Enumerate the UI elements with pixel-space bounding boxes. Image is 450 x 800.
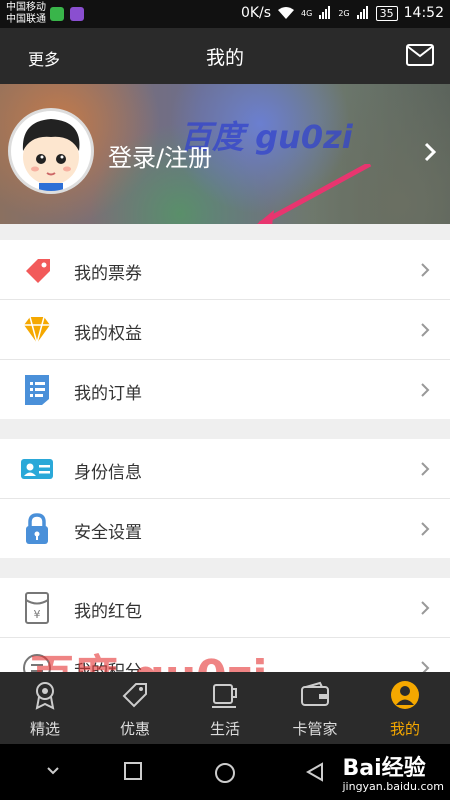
bottom-tab-bar: 精选 优惠 生活 卡管家 我的 <box>0 672 450 744</box>
signal-icon-1 <box>319 6 331 19</box>
wallet-icon <box>301 681 329 706</box>
recent-apps-icon[interactable] <box>124 762 142 780</box>
net-speed: 0K/s <box>240 5 272 21</box>
top-bar: 更多 我的 <box>0 28 450 84</box>
chevron-right-icon <box>421 263 430 277</box>
profile-banner[interactable]: 百度 gu0zi 登录/注册 <box>0 84 450 230</box>
tab-label: 我的 <box>389 720 420 738</box>
mail-icon[interactable] <box>406 44 434 66</box>
tab-label: 精选 <box>29 720 60 738</box>
profile-icon <box>391 681 419 709</box>
gallery-notify-icon <box>70 7 84 21</box>
chevron-right-icon <box>421 522 430 536</box>
baidu-logo-text: Bai经验 <box>342 756 426 781</box>
menu-item-label: 身份信息 <box>74 463 142 483</box>
tab-discounts[interactable]: 优惠 <box>90 672 180 744</box>
baidu-url: jingyan.baidu.com <box>342 780 444 793</box>
net-type-2: 2G <box>338 8 350 18</box>
medal-icon <box>35 682 55 710</box>
menu-content: 我的票券 我的权益 我的订单 身份信息 安全设置 ¥ 我的红包 我的积分 <box>0 224 450 672</box>
id-card-icon <box>21 459 53 479</box>
chevron-right-icon <box>421 601 430 615</box>
avatar[interactable] <box>8 108 94 194</box>
order-list-icon <box>25 375 49 405</box>
chevron-right-icon <box>424 142 436 162</box>
system-nav-bar: Bai经验 jingyan.baidu.com <box>0 744 450 800</box>
menu-item-orders[interactable]: 我的订单 <box>0 360 450 419</box>
tab-card-manager[interactable]: 卡管家 <box>270 672 360 744</box>
chevron-down-icon[interactable] <box>46 766 60 776</box>
tab-label: 卡管家 <box>292 720 338 738</box>
clock: 14:52 <box>403 5 444 21</box>
menu-item-label: 我的红包 <box>74 602 142 622</box>
signal-icon-2 <box>356 6 368 19</box>
menu-item-benefits[interactable]: 我的权益 <box>0 300 450 360</box>
chevron-right-icon <box>421 462 430 476</box>
menu-item-security[interactable]: 安全设置 <box>0 499 450 558</box>
menu-item-label: 我的订单 <box>74 384 142 404</box>
net-type-1: 4G <box>301 8 313 18</box>
battery-indicator: 35 <box>375 5 398 21</box>
menu-item-label: 我的权益 <box>74 324 142 344</box>
tab-mine[interactable]: 我的 <box>360 672 450 744</box>
page-title: 我的 <box>205 47 244 69</box>
login-register-link[interactable]: 登录/注册 <box>108 138 212 173</box>
menu-item-label: 安全设置 <box>74 523 142 543</box>
app-notify-icon <box>50 7 64 21</box>
home-icon[interactable] <box>214 762 236 784</box>
lock-icon <box>26 513 48 544</box>
wifi-icon <box>278 7 295 19</box>
status-bar: 中国移动 中国联通 0K/s 4G 2G 35 14:52 <box>0 0 450 28</box>
carrier-1: 中国移动 <box>6 2 46 13</box>
carrier-2: 中国联通 <box>6 14 46 25</box>
tab-label: 生活 <box>209 720 240 738</box>
svg-text:¥: ¥ <box>34 608 41 621</box>
menu-item-label: 我的票券 <box>74 264 142 284</box>
menu-group-2: 身份信息 安全设置 <box>0 439 450 558</box>
cup-icon <box>212 684 237 708</box>
chevron-right-icon <box>421 661 430 672</box>
tab-label: 优惠 <box>119 720 150 738</box>
red-envelope-icon: ¥ <box>25 592 49 624</box>
tab-life[interactable]: 生活 <box>180 672 270 744</box>
chevron-right-icon <box>421 323 430 337</box>
carrier-labels: 中国移动 中国联通 <box>6 2 46 26</box>
avatar-face-icon <box>22 119 80 191</box>
menu-item-identity[interactable]: 身份信息 <box>0 439 450 499</box>
diamond-icon <box>24 316 50 346</box>
tag-icon <box>122 683 147 708</box>
menu-item-tickets[interactable]: 我的票券 <box>0 240 450 300</box>
baidu-jingyan-logo: Bai经验 jingyan.baidu.com <box>342 750 444 793</box>
menu-item-red-envelope[interactable]: ¥ 我的红包 <box>0 578 450 638</box>
ticket-icon <box>26 259 50 283</box>
tab-featured[interactable]: 精选 <box>0 672 90 744</box>
back-icon[interactable] <box>306 762 324 782</box>
chevron-right-icon <box>421 383 430 397</box>
menu-group-1: 我的票券 我的权益 我的订单 <box>0 240 450 419</box>
